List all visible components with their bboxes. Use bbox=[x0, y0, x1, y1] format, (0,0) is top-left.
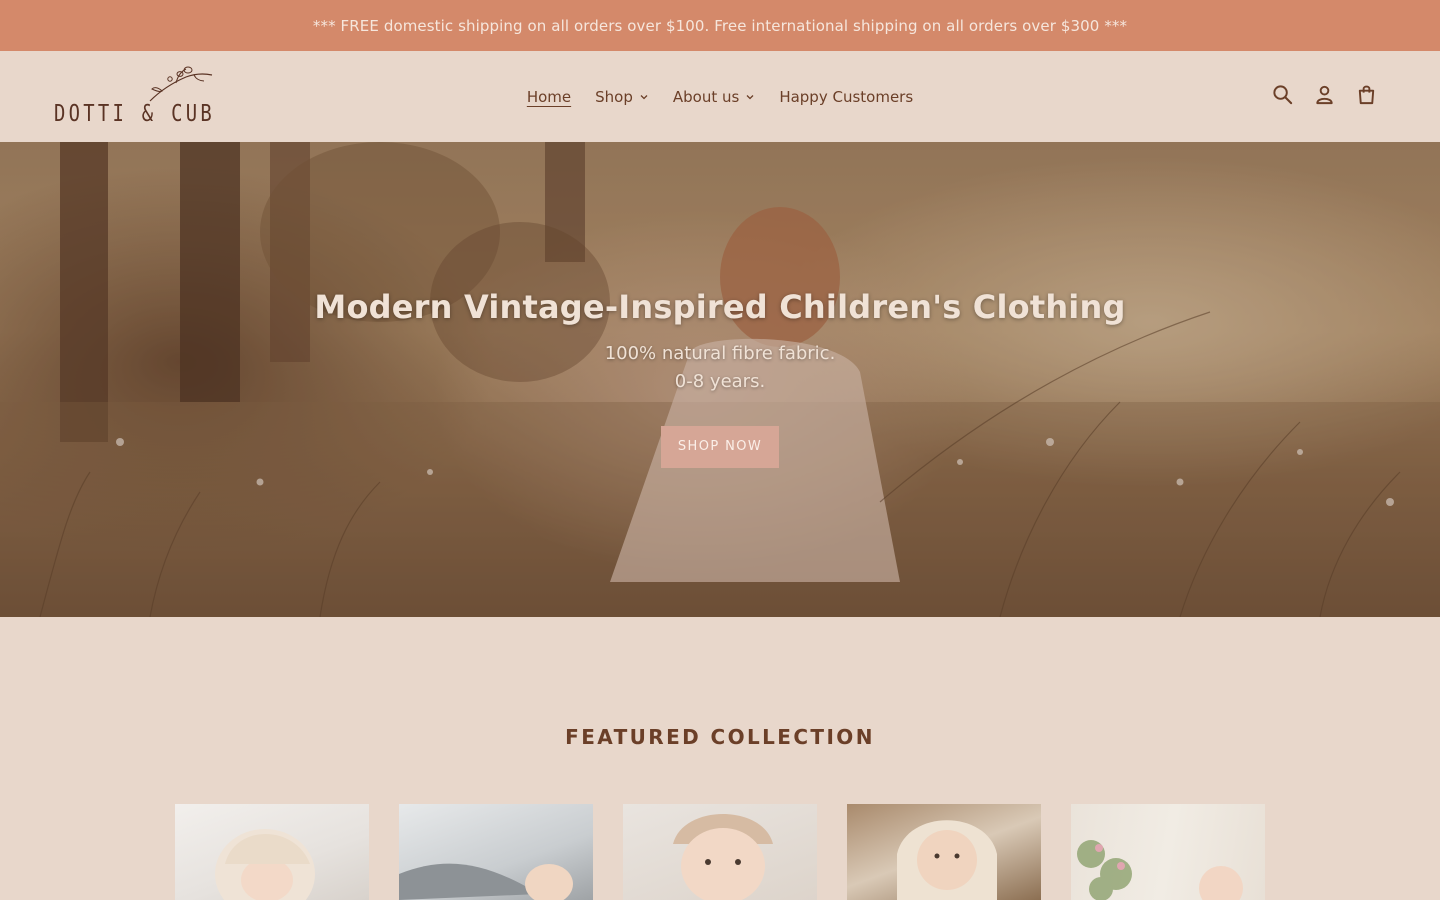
announcement-text: *** FREE domestic shipping on all orders… bbox=[312, 16, 1128, 35]
hero-title: Modern Vintage-Inspired Children's Cloth… bbox=[314, 288, 1126, 326]
product-card[interactable] bbox=[175, 804, 369, 900]
nav-item-happy-customers[interactable]: Happy Customers bbox=[779, 88, 913, 106]
cart-icon[interactable] bbox=[1355, 83, 1378, 106]
hero-subtitle-line: 100% natural fibre fabric. bbox=[604, 343, 836, 364]
announcement-bar: *** FREE domestic shipping on all orders… bbox=[0, 0, 1440, 51]
nav-item-label: Home bbox=[526, 87, 572, 106]
product-card[interactable] bbox=[847, 804, 1041, 900]
product-image bbox=[1077, 840, 1243, 900]
featured-collection-title: FEATURED COLLECTION bbox=[565, 725, 875, 749]
nav-item-label: Shop bbox=[595, 87, 633, 106]
nav-item-shop[interactable]: Shop bbox=[595, 88, 649, 106]
main-nav: Home Shop About us Happy Customers bbox=[0, 51, 1440, 142]
product-image bbox=[673, 814, 773, 900]
nav-item-about[interactable]: About us bbox=[673, 88, 755, 106]
nav-item-label: About us bbox=[672, 87, 740, 106]
shop-now-button[interactable]: SHOP NOW bbox=[661, 426, 779, 468]
hero-subtitle: 100% natural fibre fabric. 0-8 years. bbox=[0, 340, 1440, 396]
header-icons bbox=[1271, 83, 1378, 106]
hero-content: Modern Vintage-Inspired Children's Cloth… bbox=[0, 288, 1440, 468]
product-image bbox=[215, 829, 315, 900]
product-image bbox=[897, 820, 997, 900]
search-icon[interactable] bbox=[1271, 83, 1294, 106]
product-card[interactable] bbox=[1071, 804, 1265, 900]
chevron-down-icon bbox=[746, 94, 754, 99]
product-image bbox=[399, 863, 573, 900]
product-card[interactable] bbox=[399, 804, 593, 900]
hero-subtitle-line: 0-8 years. bbox=[674, 371, 766, 392]
nav-item-home[interactable]: Home bbox=[527, 88, 571, 106]
product-card[interactable] bbox=[623, 804, 817, 900]
chevron-down-icon bbox=[640, 94, 648, 99]
site-header: DOTTI & CUB Home Shop About us Happy Cus… bbox=[0, 51, 1440, 142]
hero-banner: Modern Vintage-Inspired Children's Cloth… bbox=[0, 142, 1440, 617]
product-grid bbox=[175, 804, 1265, 900]
account-icon[interactable] bbox=[1313, 83, 1336, 106]
nav-item-label: Happy Customers bbox=[779, 87, 914, 106]
